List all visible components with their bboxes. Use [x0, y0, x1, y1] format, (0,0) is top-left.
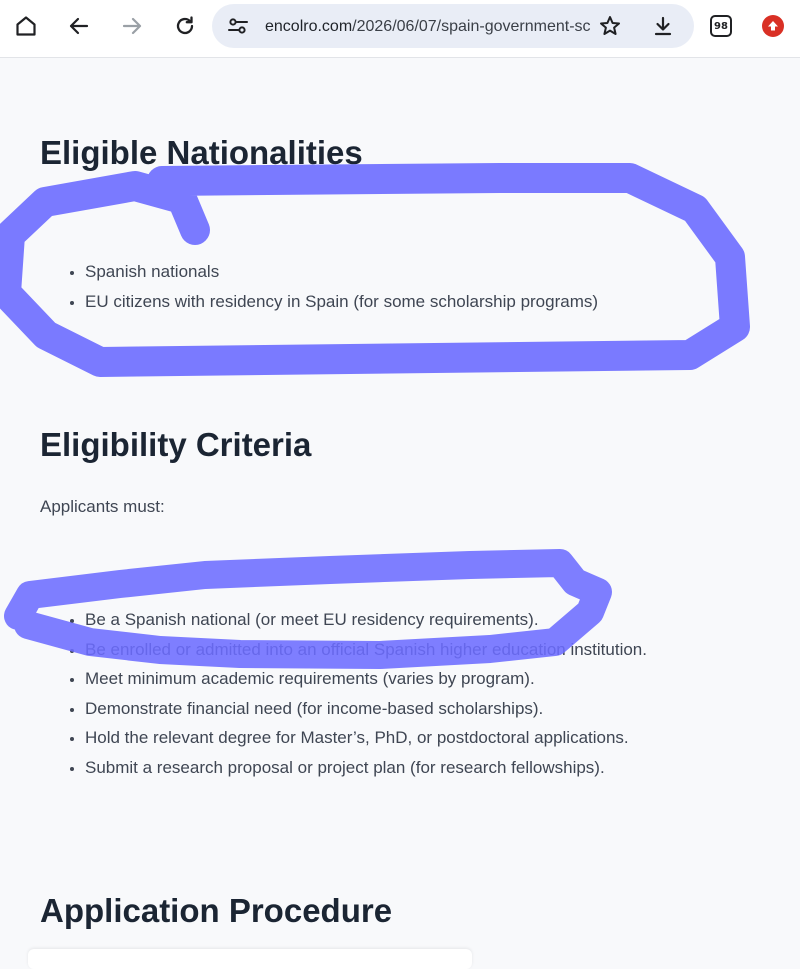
- heading-eligible-nationalities: Eligible Nationalities: [40, 134, 363, 171]
- heading-eligibility-criteria: Eligibility Criteria: [40, 426, 312, 463]
- list-item: Spanish nationals: [85, 257, 598, 287]
- heading-application-procedure: Application Procedure: [40, 892, 393, 929]
- download-button[interactable]: [645, 8, 681, 44]
- forward-icon: [122, 17, 142, 35]
- back-button[interactable]: [61, 8, 97, 44]
- bookmark-star-icon[interactable]: [598, 14, 622, 38]
- site-settings-icon[interactable]: [226, 14, 250, 38]
- list-item: Hold the relevant degree for Master’s, P…: [85, 723, 647, 753]
- criteria-intro: Applicants must:: [40, 497, 165, 516]
- criteria-list: Be a Spanish national (or meet EU reside…: [40, 605, 647, 782]
- url-text: encolro.com/2026/06/07/spain-government-…: [265, 17, 591, 37]
- home-icon: [16, 16, 36, 36]
- update-icon[interactable]: [762, 15, 784, 37]
- forward-button[interactable]: [114, 8, 150, 44]
- download-icon: [654, 16, 672, 36]
- bottom-card-edge: [28, 949, 472, 969]
- back-icon: [69, 17, 89, 35]
- list-item: Submit a research proposal or project pl…: [85, 753, 647, 783]
- list-item: Demonstrate financial need (for income-b…: [85, 694, 647, 724]
- list-item: Meet minimum academic requirements (vari…: [85, 664, 647, 694]
- nationalities-list: Spanish nationals EU citizens with resid…: [40, 257, 598, 316]
- reload-button[interactable]: [167, 8, 203, 44]
- list-item: Be enrolled or admitted into an official…: [85, 635, 647, 665]
- browser-toolbar: encolro.com/2026/06/07/spain-government-…: [0, 0, 800, 58]
- url-path: /2026/06/07/spain-government-sc: [352, 18, 591, 35]
- address-bar[interactable]: encolro.com/2026/06/07/spain-government-…: [212, 4, 694, 48]
- update-arrow-icon: [768, 21, 778, 31]
- url-host: encolro.com: [265, 18, 353, 35]
- reload-icon: [176, 16, 194, 35]
- list-item: Be a Spanish national (or meet EU reside…: [85, 605, 647, 635]
- home-button[interactable]: [8, 8, 44, 44]
- article-content: Eligible Nationalities Spanish nationals…: [0, 57, 800, 969]
- list-item: EU citizens with residency in Spain (for…: [85, 287, 598, 317]
- tab-count-label: 98: [714, 20, 728, 32]
- tab-switcher-icon[interactable]: 98: [710, 15, 732, 37]
